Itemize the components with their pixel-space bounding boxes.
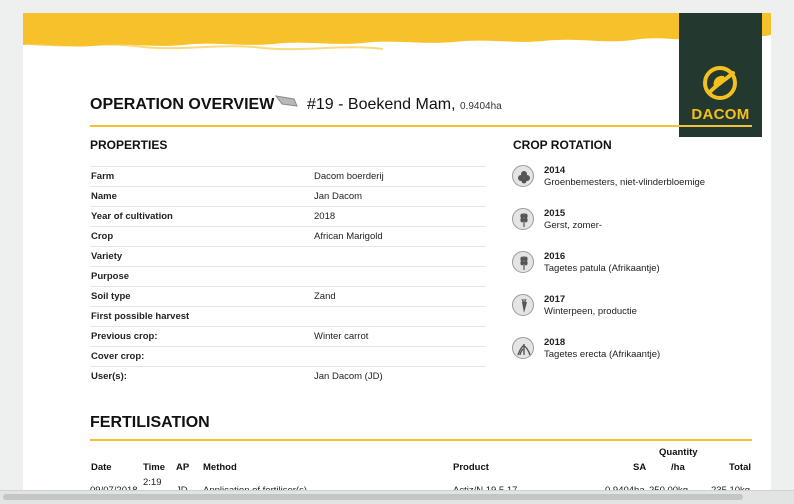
property-row: Year of cultivation 2018: [90, 206, 486, 227]
rotation-year: 2014: [544, 165, 566, 176]
col-ap: AP: [176, 462, 190, 473]
property-row: First possible harvest: [90, 306, 486, 327]
row-time: 2:19: [143, 477, 162, 488]
property-label: Crop: [90, 226, 313, 247]
property-label: Farm: [90, 166, 313, 187]
properties-table: Farm Dacom boerderij Name Jan Dacom Year of …: [90, 166, 486, 386]
property-label: Purpose: [90, 266, 313, 287]
fertilisation-divider: [90, 439, 752, 441]
horizontal-scrollbar[interactable]: [0, 490, 794, 504]
rotation-item: 2016 Tagetes patula (Afrikaantje): [512, 250, 752, 282]
title-row: OPERATION OVERVIEW #19 - Boekend Mam, 0.…: [90, 93, 752, 127]
col-product: Product: [453, 462, 489, 473]
property-label: Year of cultivation: [90, 206, 313, 227]
property-row: Name Jan Dacom: [90, 186, 486, 207]
property-label: First possible harvest: [90, 306, 313, 327]
operation-name: #19 - Boekend Mam, 0.9404ha: [307, 96, 502, 114]
property-label: Soil type: [90, 286, 313, 307]
property-row: Farm Dacom boerderij: [90, 166, 486, 187]
yellow-brush-banner: [23, 13, 771, 51]
report-page: DACOM OPERATION OVERVIEW #19 - Boekend M…: [23, 13, 771, 503]
col-per-ha: /ha: [671, 462, 685, 473]
properties-heading: PROPERTIES: [90, 138, 168, 152]
scrollbar-thumb[interactable]: [3, 494, 743, 500]
property-value: Jan Dacom: [313, 186, 486, 207]
property-value: Dacom boerderij: [313, 166, 486, 187]
rotation-crop: Groenbemesters, niet-vlinderbloemige: [544, 177, 706, 188]
col-date: Date: [91, 462, 112, 473]
crop-rotation-heading: CROP ROTATION: [513, 138, 612, 152]
property-value: Winter carrot: [313, 326, 486, 347]
grain-icon: [512, 251, 534, 273]
property-row: Previous crop: Winter carrot: [90, 326, 486, 347]
operation-area: 0.9404ha: [459, 101, 502, 112]
col-sa: SA: [633, 462, 647, 473]
grain-icon: [512, 208, 534, 230]
rotation-year: 2016: [544, 251, 566, 262]
rotation-item: 2018 Tagetes erecta (Afrikaantje): [512, 336, 752, 368]
property-row: Variety: [90, 246, 486, 267]
rotation-crop: Tagetes erecta (Afrikaantje): [544, 349, 661, 360]
property-value: Zand: [313, 286, 486, 307]
property-value: [313, 266, 486, 287]
property-row: Cover crop:: [90, 346, 486, 367]
property-row: User(s): Jan Dacom (JD): [90, 366, 486, 386]
page-title: OPERATION OVERVIEW: [90, 96, 275, 113]
carrot-icon: [512, 294, 534, 316]
property-value: [313, 346, 486, 367]
property-label: User(s):: [90, 366, 313, 386]
rotation-year: 2018: [544, 337, 566, 348]
property-label: Previous crop:: [90, 326, 313, 347]
rotation-item: 2014 Groenbemesters, niet-vlinderbloemige: [512, 164, 752, 196]
clover-icon: [512, 165, 534, 187]
rotation-crop: Winterpeen, productie: [544, 306, 637, 317]
rotation-item: 2017 Winterpeen, productie: [512, 293, 752, 325]
property-value: 2018: [313, 206, 486, 227]
field-shape-icon: [274, 95, 298, 107]
fertilisation-heading: FERTILISATION: [90, 414, 210, 431]
quantity-header: Quantity: [659, 447, 698, 458]
property-row: Soil type Zand: [90, 286, 486, 307]
property-value: Jan Dacom (JD): [313, 366, 486, 386]
property-row: Purpose: [90, 266, 486, 287]
property-label: Name: [90, 186, 313, 207]
rotation-year: 2015: [544, 208, 566, 219]
rotation-crop: Tagetes patula (Afrikaantje): [544, 263, 660, 274]
property-label: Cover crop:: [90, 346, 313, 367]
property-row: Crop African Marigold: [90, 226, 486, 247]
property-value: African Marigold: [313, 226, 486, 247]
grass-icon: [512, 337, 534, 359]
property-label: Variety: [90, 246, 313, 267]
rotation-year: 2017: [544, 294, 566, 305]
rotation-crop: Gerst, zomer-: [544, 220, 603, 231]
col-total: Total: [729, 462, 751, 473]
col-time: Time: [143, 462, 166, 473]
rotation-item: 2015 Gerst, zomer-: [512, 207, 752, 239]
property-value: [313, 246, 486, 267]
operation-label: #19 - Boekend Mam,: [307, 96, 456, 113]
property-value: [313, 306, 486, 327]
col-method: Method: [203, 462, 237, 473]
